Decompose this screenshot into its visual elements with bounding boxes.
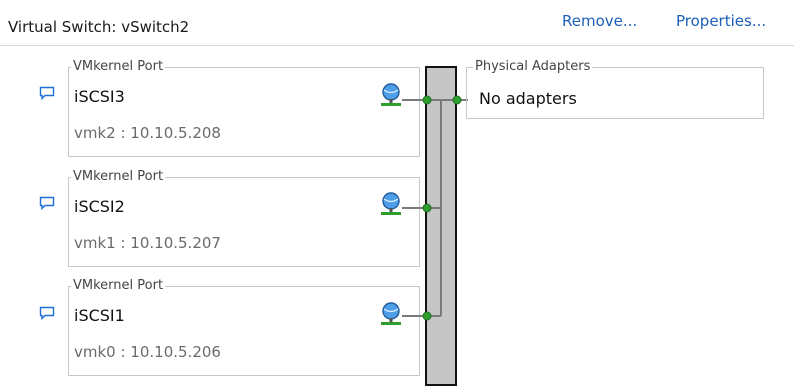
connector-dot — [422, 311, 432, 321]
connector-dot — [452, 95, 462, 105]
physical-adapters-legend: Physical Adapters — [473, 59, 593, 74]
physical-adapters-group: Physical Adapters No adapters — [466, 59, 764, 119]
connection-wires — [402, 95, 468, 321]
connector-dot — [422, 95, 432, 105]
connector-dot — [422, 203, 432, 213]
no-adapters-text: No adapters — [479, 89, 577, 108]
